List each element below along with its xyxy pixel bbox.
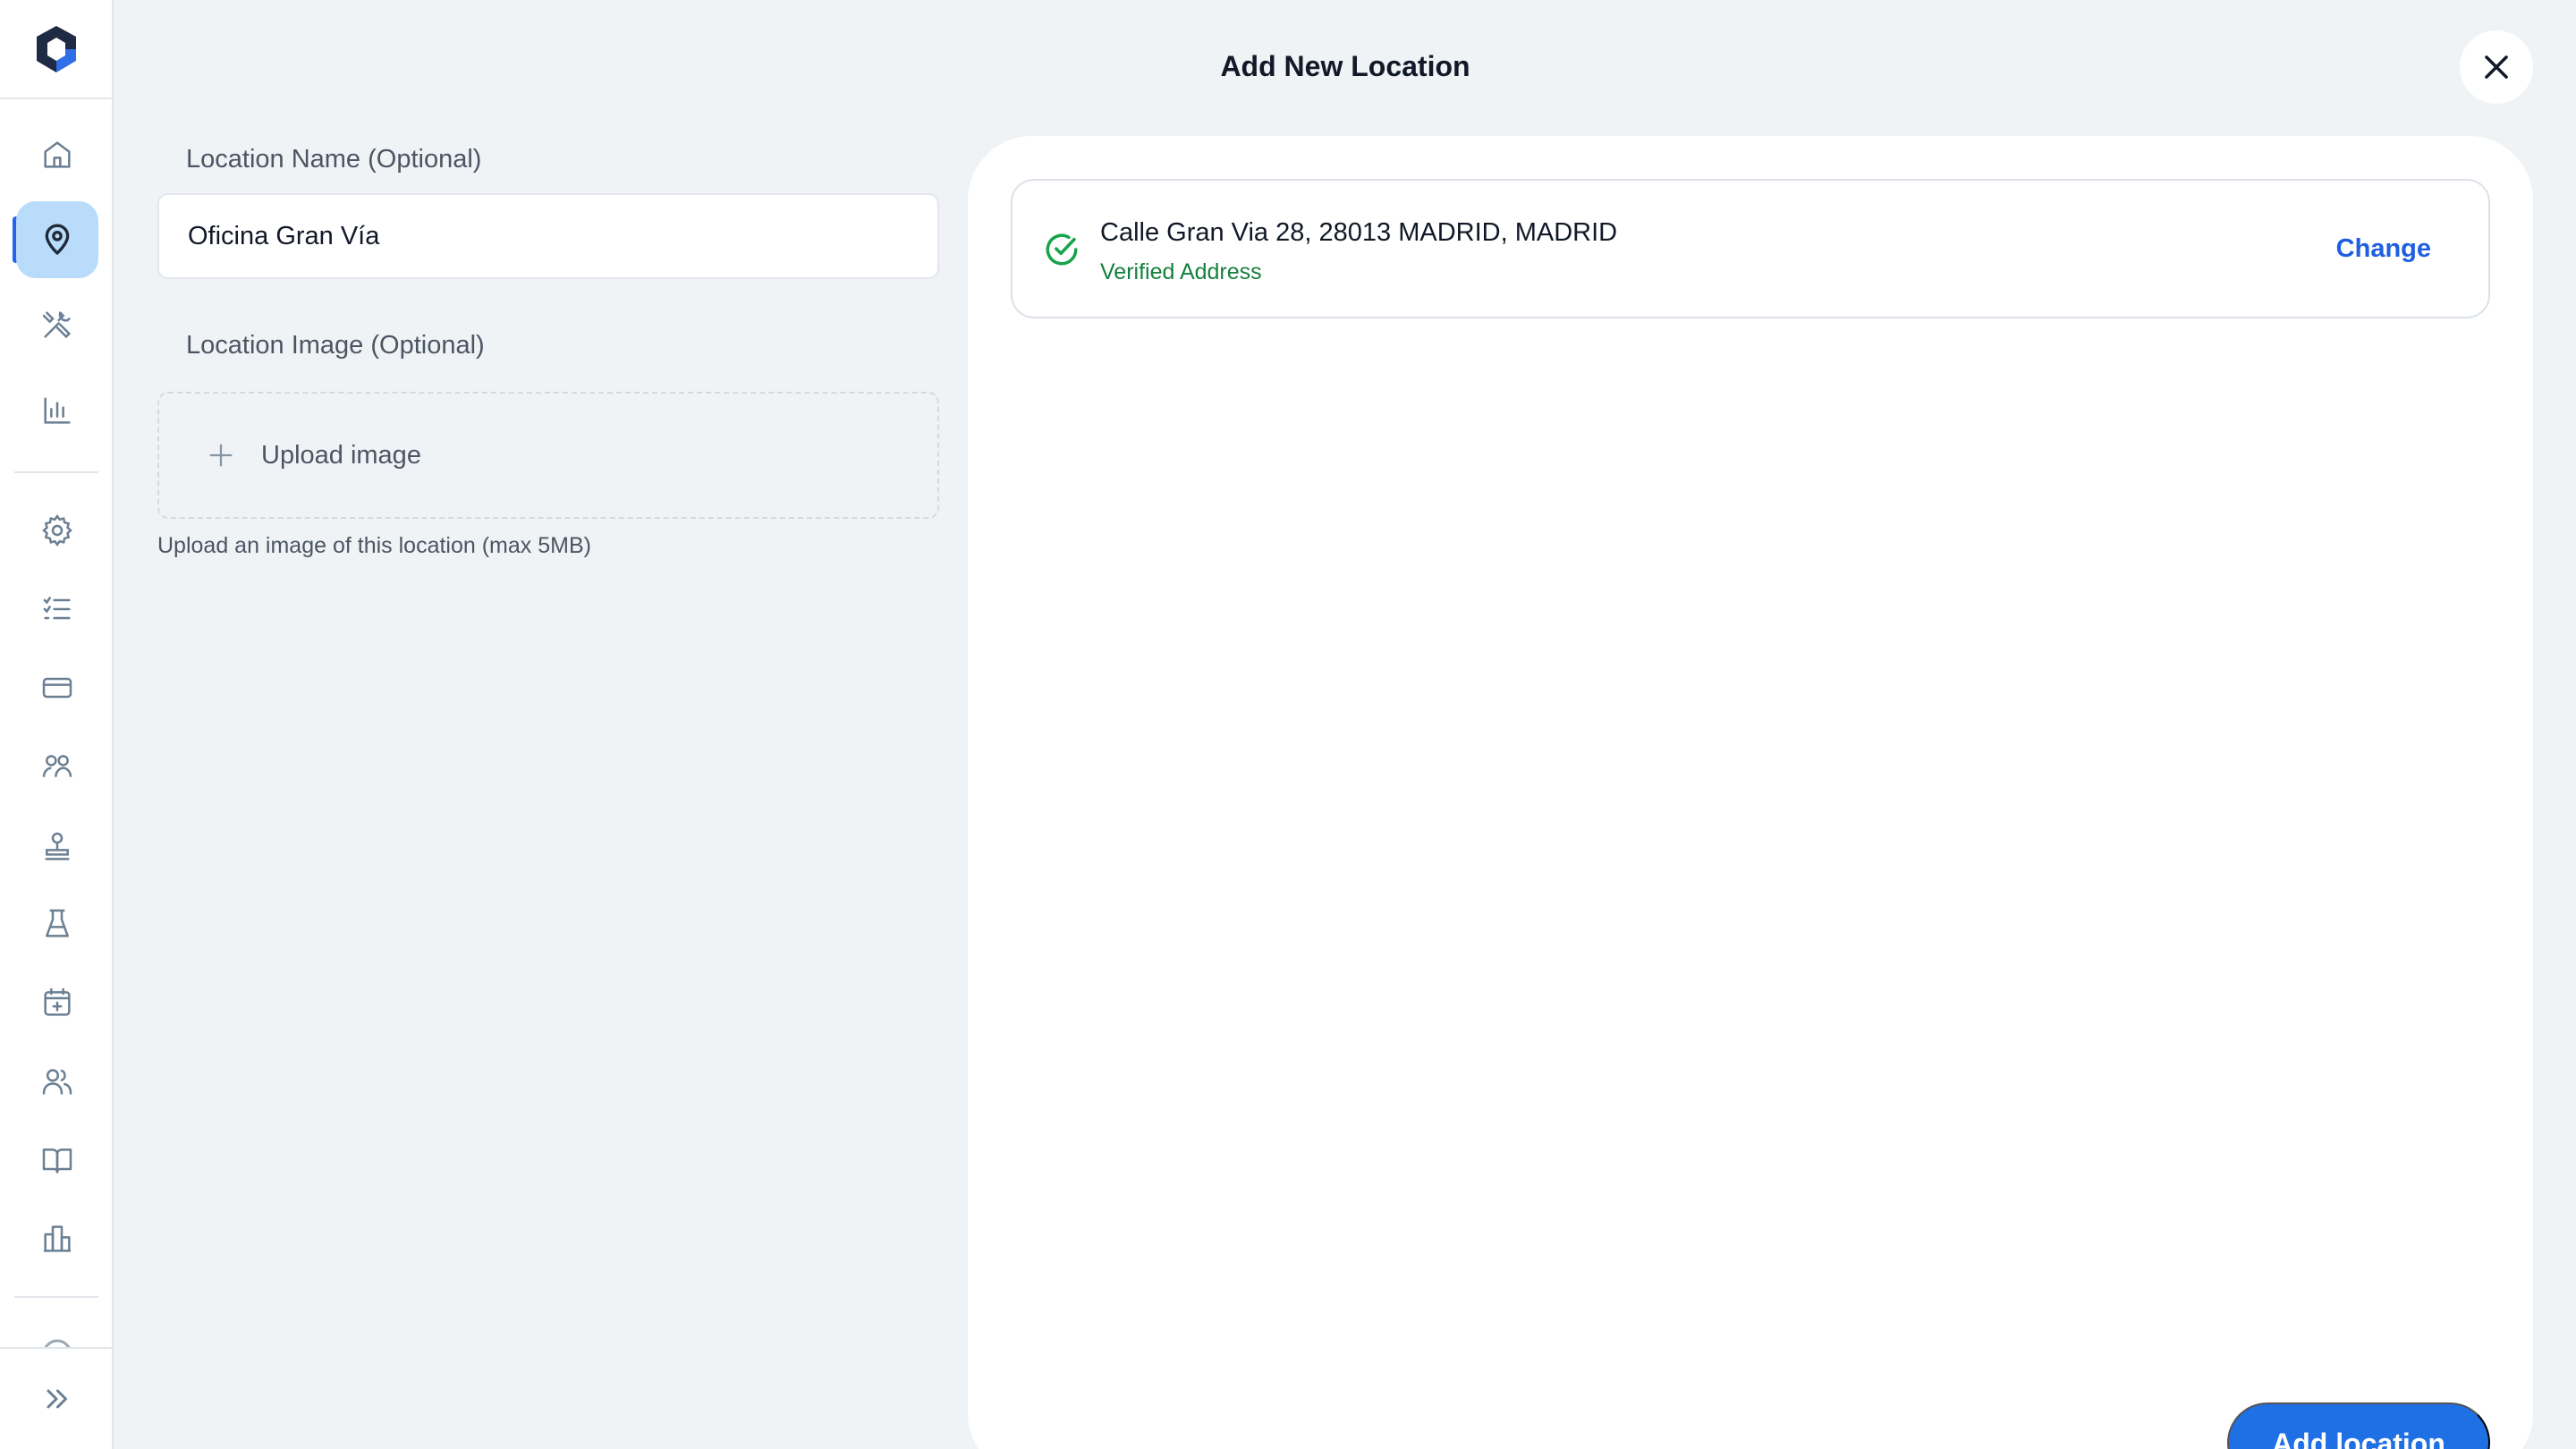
verified-status: Verified Address (1100, 259, 1262, 284)
calendar-add-icon (44, 987, 71, 1016)
upload-image-dropzone[interactable]: Upload image (157, 392, 939, 519)
sidebar-item-analytics[interactable] (16, 372, 98, 449)
book-icon (42, 1148, 72, 1174)
close-button[interactable] (2460, 30, 2533, 104)
sidebar-item-tools[interactable] (16, 286, 98, 363)
sidebar (0, 0, 114, 1449)
location-name-label: Location Name (Optional) (186, 145, 482, 174)
sidebar-item-settings[interactable] (16, 492, 98, 569)
home-icon (44, 141, 71, 168)
flask-icon (46, 909, 69, 937)
building-icon (44, 1225, 71, 1252)
sidebar-divider (14, 471, 98, 473)
sidebar-item-calendar[interactable] (16, 964, 98, 1041)
checklist-icon (43, 597, 71, 620)
sidebar-item-teams[interactable] (16, 728, 98, 805)
credit-card-icon (42, 677, 72, 699)
stamp-icon (45, 832, 70, 860)
sidebar-item-lab[interactable] (16, 886, 98, 962)
map-pin-icon (45, 224, 70, 255)
modal-title: Add New Location (1220, 50, 1470, 82)
address-panel (968, 136, 2533, 1449)
sidebar-item-billing[interactable] (16, 649, 98, 726)
gear-icon (42, 514, 72, 547)
sidebar-item-home[interactable] (16, 116, 98, 193)
sidebar-item-buildings[interactable] (16, 1200, 98, 1277)
bar-chart-icon (44, 397, 71, 424)
upload-help-text: Upload an image of this location (max 5M… (157, 533, 591, 558)
users-icon (42, 1069, 72, 1095)
close-icon (2485, 55, 2508, 79)
location-image-label: Location Image (Optional) (186, 331, 485, 360)
app-logo[interactable] (0, 0, 112, 99)
change-address-link[interactable]: Change (2336, 234, 2431, 264)
tools-icon (42, 311, 72, 339)
address-card: Calle Gran Via 28, 28013 MADRID, MADRID … (1011, 179, 2490, 318)
sidebar-divider-bottom (14, 1296, 98, 1298)
address-line: Calle Gran Via 28, 28013 MADRID, MADRID (1100, 218, 1618, 247)
team-icon (42, 755, 72, 777)
sidebar-item-checklist[interactable] (16, 571, 98, 648)
sidebar-item-users[interactable] (16, 1043, 98, 1120)
double-chevron-right-icon (47, 1389, 67, 1409)
plus-icon (209, 444, 233, 467)
expand-sidebar-button[interactable] (0, 1347, 112, 1449)
check-circle-icon (1046, 233, 1078, 266)
upload-image-label: Upload image (261, 440, 421, 470)
location-name-input[interactable] (157, 193, 939, 279)
add-location-button[interactable]: Add location (2227, 1402, 2490, 1449)
logo-icon (36, 25, 76, 72)
sidebar-item-stamp[interactable] (16, 809, 98, 886)
sidebar-item-docs[interactable] (16, 1122, 98, 1199)
sidebar-item-locations[interactable] (16, 201, 98, 278)
